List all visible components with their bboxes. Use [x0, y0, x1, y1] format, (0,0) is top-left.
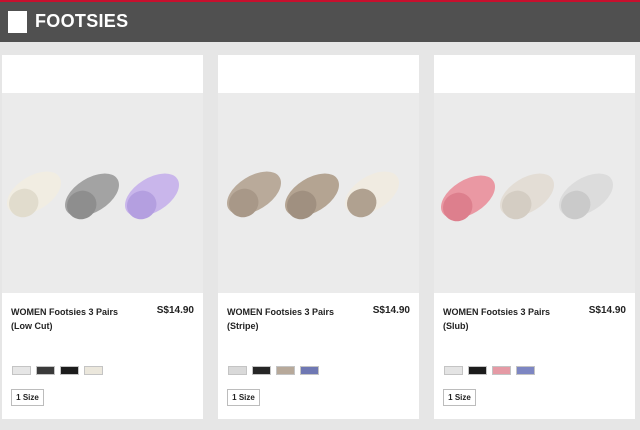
sock-icon [227, 171, 281, 218]
sock-icon [65, 173, 119, 220]
sock-icon [7, 171, 61, 218]
color-swatches [444, 366, 535, 375]
category-title: FOOTSIES [35, 11, 129, 31]
sock-icon [500, 173, 554, 220]
product-price: S$14.90 [588, 305, 626, 316]
sock-icon [559, 173, 613, 220]
color-swatch[interactable] [468, 366, 487, 375]
product-price: S$14.90 [372, 305, 410, 316]
sock-icon [441, 175, 495, 222]
color-swatch[interactable] [12, 366, 31, 375]
product-image[interactable] [434, 93, 635, 293]
color-swatch[interactable] [516, 366, 535, 375]
color-swatch[interactable] [84, 366, 103, 375]
color-swatch[interactable] [36, 366, 55, 375]
size-option[interactable]: 1 Size [11, 389, 44, 406]
color-swatches [12, 366, 103, 375]
product-name[interactable]: WOMEN Footsies 3 Pairs (Slub) [443, 305, 573, 333]
color-swatch[interactable] [228, 366, 247, 375]
color-swatch[interactable] [300, 366, 319, 375]
color-swatch[interactable] [252, 366, 271, 375]
product-name[interactable]: WOMEN Footsies 3 Pairs (Stripe) [227, 305, 357, 333]
color-swatch[interactable] [276, 366, 295, 375]
sock-icon [125, 173, 179, 220]
size-option[interactable]: 1 Size [227, 389, 260, 406]
product-image[interactable] [218, 93, 419, 293]
color-swatches [228, 366, 319, 375]
product-card-low-cut[interactable]: WOMEN Footsies 3 Pairs (Low Cut) S$14.90… [2, 55, 203, 419]
product-price: S$14.90 [156, 305, 194, 316]
product-image[interactable] [2, 93, 203, 293]
sock-icon [285, 173, 339, 220]
product-card-stripe[interactable]: WOMEN Footsies 3 Pairs (Stripe) S$14.90 … [218, 55, 419, 419]
sock-icon [345, 171, 399, 218]
product-card-slub[interactable]: WOMEN Footsies 3 Pairs (Slub) S$14.90 1 … [434, 55, 635, 419]
size-option[interactable]: 1 Size [443, 389, 476, 406]
color-swatch[interactable] [60, 366, 79, 375]
category-header: FOOTSIES [0, 0, 640, 42]
color-swatch[interactable] [444, 366, 463, 375]
header-mark-icon [8, 11, 27, 33]
color-swatch[interactable] [492, 366, 511, 375]
product-name[interactable]: WOMEN Footsies 3 Pairs (Low Cut) [11, 305, 141, 333]
